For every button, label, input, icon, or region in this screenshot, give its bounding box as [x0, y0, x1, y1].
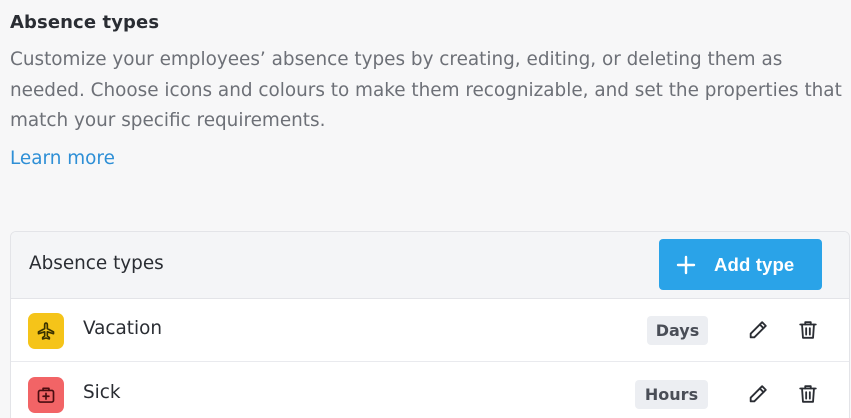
section-title: Absence types — [10, 12, 160, 33]
list-item: Vacation Days — [11, 299, 849, 362]
learn-more-link[interactable]: Learn more — [10, 148, 115, 169]
absence-types-card: Absence types Add type Vacation Days Sic… — [10, 231, 850, 418]
card-header: Absence types Add type — [11, 232, 849, 299]
add-type-label: Add type — [714, 253, 795, 275]
medical-kit-icon — [28, 377, 64, 413]
pencil-icon[interactable] — [746, 382, 770, 406]
unit-badge: Hours — [635, 380, 708, 409]
trash-icon[interactable] — [796, 382, 820, 406]
unit-badge: Days — [647, 316, 708, 345]
card-title: Absence types — [29, 253, 164, 274]
absence-type-name: Vacation — [83, 318, 163, 339]
list-item: Sick Hours — [11, 363, 849, 418]
absence-types-settings: Absence types Customize your employees’ … — [0, 0, 851, 418]
trash-icon[interactable] — [796, 318, 820, 342]
pencil-icon[interactable] — [746, 318, 770, 342]
airplane-icon — [28, 313, 64, 349]
plus-icon — [676, 255, 696, 275]
add-type-button[interactable]: Add type — [659, 239, 822, 290]
absence-type-name: Sick — [83, 382, 121, 403]
section-description: Customize your employees’ absence types … — [10, 49, 842, 131]
